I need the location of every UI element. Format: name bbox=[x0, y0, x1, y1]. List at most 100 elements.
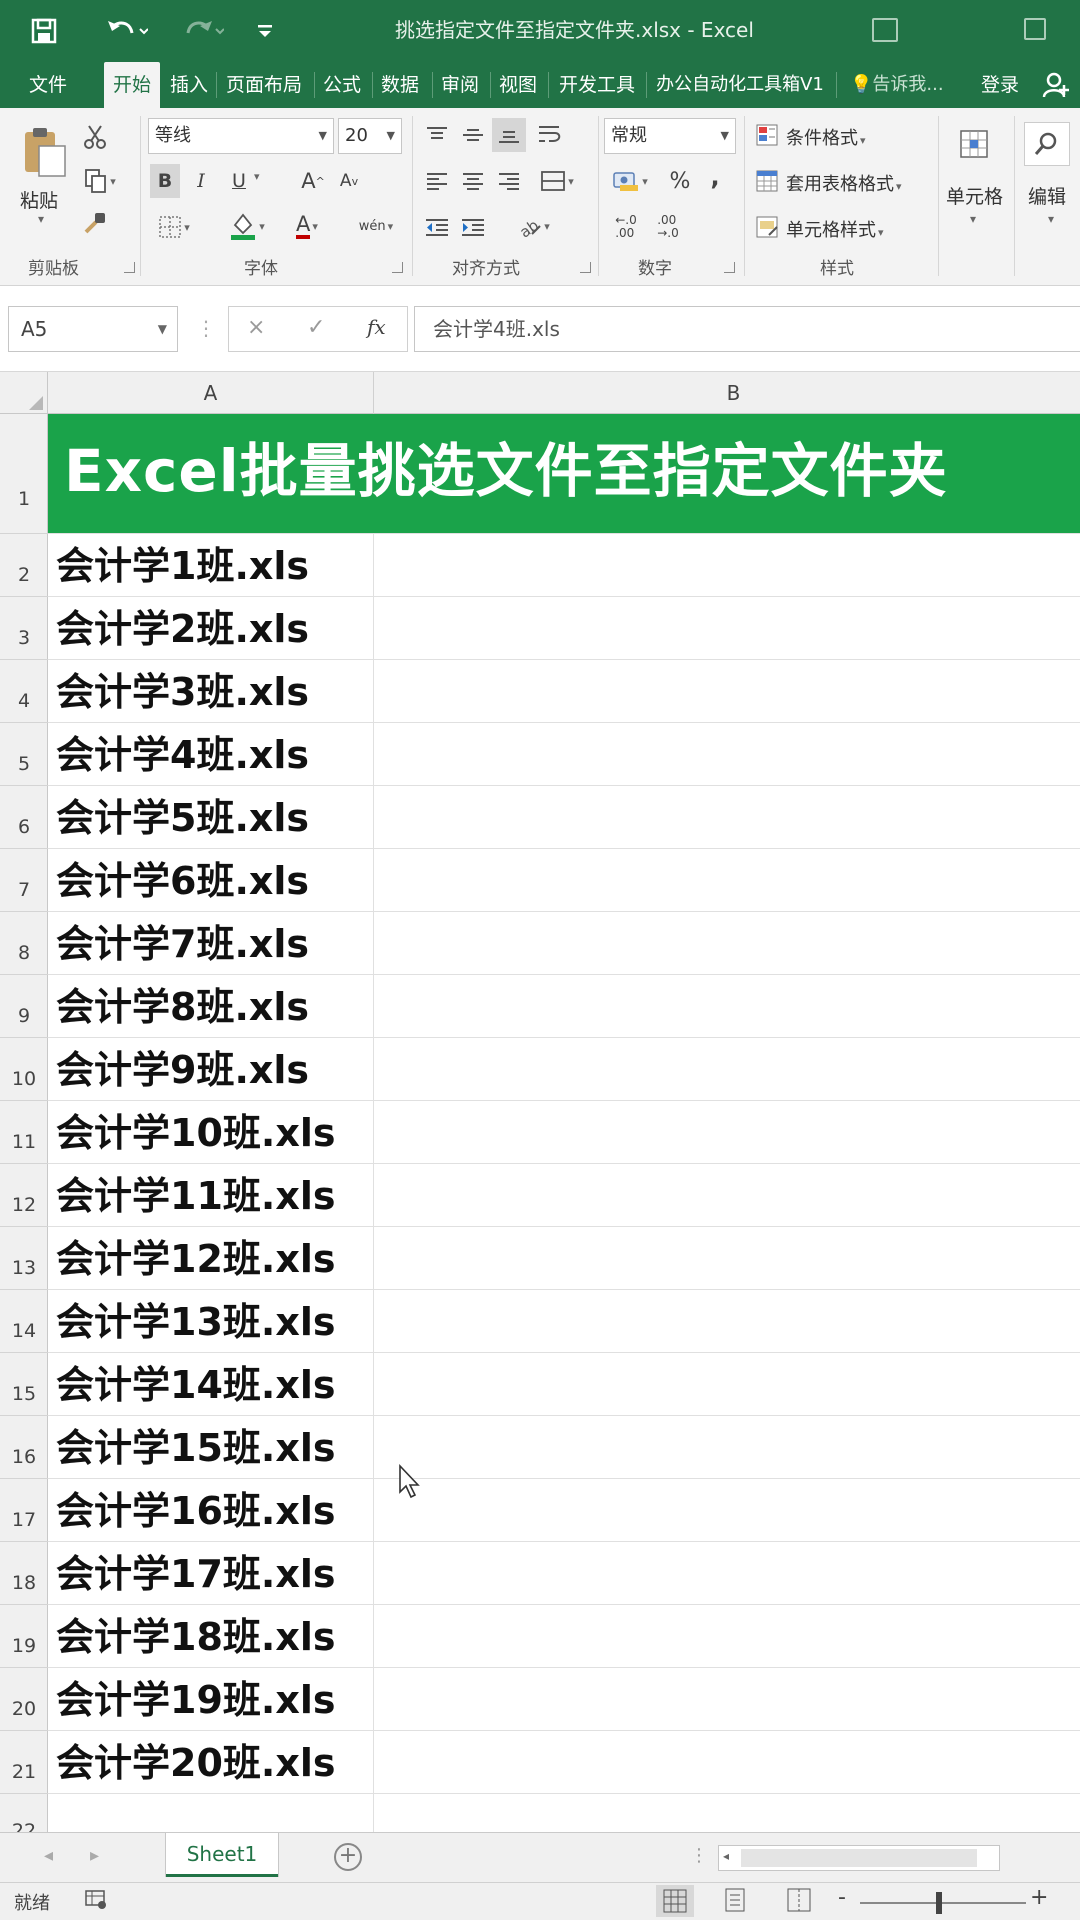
accounting-format-icon[interactable]: ▾ bbox=[606, 164, 654, 198]
cell-a[interactable] bbox=[48, 1794, 374, 1832]
row-header[interactable]: 21 bbox=[0, 1731, 48, 1794]
table-row[interactable]: 会计学1班.xls bbox=[48, 534, 1080, 597]
table-row[interactable]: 会计学17班.xls bbox=[48, 1542, 1080, 1605]
fill-color-button[interactable]: ▾ bbox=[222, 208, 272, 244]
number-launcher-icon[interactable] bbox=[724, 262, 735, 273]
align-bottom-icon[interactable] bbox=[492, 118, 526, 152]
paste-icon[interactable] bbox=[14, 122, 74, 182]
row-header[interactable]: 18 bbox=[0, 1542, 48, 1605]
find-icon[interactable] bbox=[1024, 122, 1070, 166]
cell-a[interactable]: 会计学15班.xls bbox=[48, 1416, 374, 1478]
row-header[interactable]: 3 bbox=[0, 597, 48, 660]
tab-review[interactable]: 审阅 bbox=[434, 62, 486, 108]
column-header-a[interactable]: A bbox=[48, 372, 374, 414]
tell-me-search[interactable]: 💡告诉我... bbox=[850, 62, 960, 108]
italic-button[interactable]: I bbox=[188, 164, 214, 198]
align-left-icon[interactable] bbox=[420, 164, 454, 198]
editing-button-label[interactable]: 编辑 bbox=[1028, 182, 1066, 209]
cells-dropdown-icon[interactable]: ▾ bbox=[970, 212, 976, 226]
scroll-left-icon[interactable]: ◂ bbox=[723, 1849, 729, 1863]
phonetic-guide-button[interactable]: wén ▾ bbox=[350, 208, 402, 244]
customize-quick-access-icon[interactable] bbox=[250, 10, 280, 52]
cell-a[interactable]: 会计学11班.xls bbox=[48, 1164, 374, 1226]
paste-dropdown-icon[interactable]: ▾ bbox=[38, 212, 44, 226]
normal-view-icon[interactable] bbox=[656, 1885, 694, 1917]
decrease-indent-icon[interactable] bbox=[420, 210, 454, 244]
table-row[interactable]: 会计学19班.xls bbox=[48, 1668, 1080, 1731]
row-header[interactable]: 16 bbox=[0, 1416, 48, 1479]
insert-function-icon[interactable]: fx bbox=[367, 315, 386, 339]
page-layout-view-icon[interactable] bbox=[722, 1887, 748, 1918]
font-name-select[interactable]: 等线 ▼ bbox=[148, 118, 334, 154]
name-box[interactable]: A5 ▼ bbox=[8, 306, 178, 352]
font-launcher-icon[interactable] bbox=[392, 262, 403, 273]
tab-home[interactable]: 开始 bbox=[104, 62, 160, 108]
save-icon[interactable] bbox=[22, 10, 66, 52]
cell-a[interactable]: 会计学20班.xls bbox=[48, 1731, 374, 1793]
row-header[interactable]: 8 bbox=[0, 912, 48, 975]
tab-data[interactable]: 数据 bbox=[374, 62, 426, 108]
table-row[interactable]: 会计学3班.xls bbox=[48, 660, 1080, 723]
table-row[interactable]: 会计学4班.xls bbox=[48, 723, 1080, 786]
redo-icon[interactable] bbox=[172, 10, 232, 52]
shrink-font-button[interactable]: Av bbox=[334, 164, 364, 198]
row-header[interactable]: 13 bbox=[0, 1227, 48, 1290]
row-header[interactable]: 2 bbox=[0, 534, 48, 597]
tab-insert[interactable]: 插入 bbox=[166, 62, 212, 108]
table-row[interactable]: 会计学7班.xls bbox=[48, 912, 1080, 975]
row-header[interactable]: 11 bbox=[0, 1101, 48, 1164]
row-header[interactable]: 10 bbox=[0, 1038, 48, 1101]
row-header[interactable]: 20 bbox=[0, 1668, 48, 1731]
cell-style-icon[interactable] bbox=[752, 212, 782, 242]
share-icon[interactable] bbox=[1034, 62, 1078, 108]
cell-a[interactable]: 会计学13班.xls bbox=[48, 1290, 374, 1352]
sheet-tab-sheet1[interactable]: Sheet1 bbox=[166, 1833, 278, 1877]
cell-a[interactable]: 会计学14班.xls bbox=[48, 1353, 374, 1415]
select-all-button[interactable] bbox=[0, 372, 48, 414]
cancel-icon[interactable]: × bbox=[247, 315, 265, 340]
cell-a[interactable]: 会计学8班.xls bbox=[48, 975, 374, 1037]
format-painter-icon[interactable] bbox=[80, 208, 110, 238]
table-row[interactable]: 会计学10班.xls bbox=[48, 1101, 1080, 1164]
tab-page-layout[interactable]: 页面布局 bbox=[218, 62, 310, 108]
cell-style-button[interactable]: 单元格样式 ▾ bbox=[786, 216, 884, 242]
table-row[interactable]: 会计学18班.xls bbox=[48, 1605, 1080, 1668]
orientation-icon[interactable]: ab ▾ bbox=[508, 208, 558, 244]
clipboard-launcher-icon[interactable] bbox=[124, 262, 135, 273]
cell-a[interactable]: 会计学17班.xls bbox=[48, 1542, 374, 1604]
comma-style-button[interactable]: , bbox=[704, 160, 726, 194]
row-header[interactable]: 1 bbox=[0, 414, 48, 534]
table-format-icon[interactable] bbox=[752, 166, 782, 196]
row-header[interactable]: 15 bbox=[0, 1353, 48, 1416]
enter-icon[interactable]: ✓ bbox=[307, 315, 325, 340]
undo-icon[interactable] bbox=[96, 10, 156, 52]
macro-record-icon[interactable] bbox=[84, 1887, 108, 1916]
prev-sheet-icon[interactable]: ◂ bbox=[44, 1845, 53, 1866]
cells-button-label[interactable]: 单元格 bbox=[946, 182, 1003, 209]
tab-developer[interactable]: 开发工具 bbox=[550, 62, 644, 108]
cell-a[interactable]: 会计学10班.xls bbox=[48, 1101, 374, 1163]
table-row[interactable]: 会计学2班.xls bbox=[48, 597, 1080, 660]
horizontal-scrollbar[interactable]: ◂ bbox=[718, 1845, 1000, 1871]
merge-center-icon[interactable]: ▾ bbox=[530, 164, 584, 198]
row-header[interactable]: 17 bbox=[0, 1479, 48, 1542]
cells-icon[interactable] bbox=[952, 122, 996, 166]
wrap-text-icon[interactable] bbox=[532, 118, 566, 152]
cell-a[interactable]: 会计学1班.xls bbox=[48, 534, 374, 596]
cell-a[interactable]: 会计学7班.xls bbox=[48, 912, 374, 974]
worksheet-grid[interactable]: A B 1 2 3 4 5 6 7 8 9 10 11 12 13 14 15 … bbox=[0, 372, 1080, 1832]
scrollbar-thumb[interactable] bbox=[741, 1849, 977, 1867]
font-color-button[interactable]: A ▾ bbox=[284, 208, 330, 244]
table-row[interactable]: 会计学20班.xls bbox=[48, 1731, 1080, 1794]
tab-view[interactable]: 视图 bbox=[492, 62, 544, 108]
conditional-format-button[interactable]: 条件格式 ▾ bbox=[786, 124, 866, 150]
align-right-icon[interactable] bbox=[492, 164, 526, 198]
bold-button[interactable]: B bbox=[150, 164, 180, 198]
zoom-in-button[interactable]: + bbox=[1030, 1885, 1048, 1910]
table-row[interactable]: 会计学9班.xls bbox=[48, 1038, 1080, 1101]
cell-a[interactable]: 会计学18班.xls bbox=[48, 1605, 374, 1667]
login-link[interactable]: 登录 bbox=[974, 62, 1026, 108]
align-top-icon[interactable] bbox=[420, 118, 454, 152]
cell-a[interactable]: 会计学6班.xls bbox=[48, 849, 374, 911]
tab-formulas[interactable]: 公式 bbox=[316, 62, 368, 108]
